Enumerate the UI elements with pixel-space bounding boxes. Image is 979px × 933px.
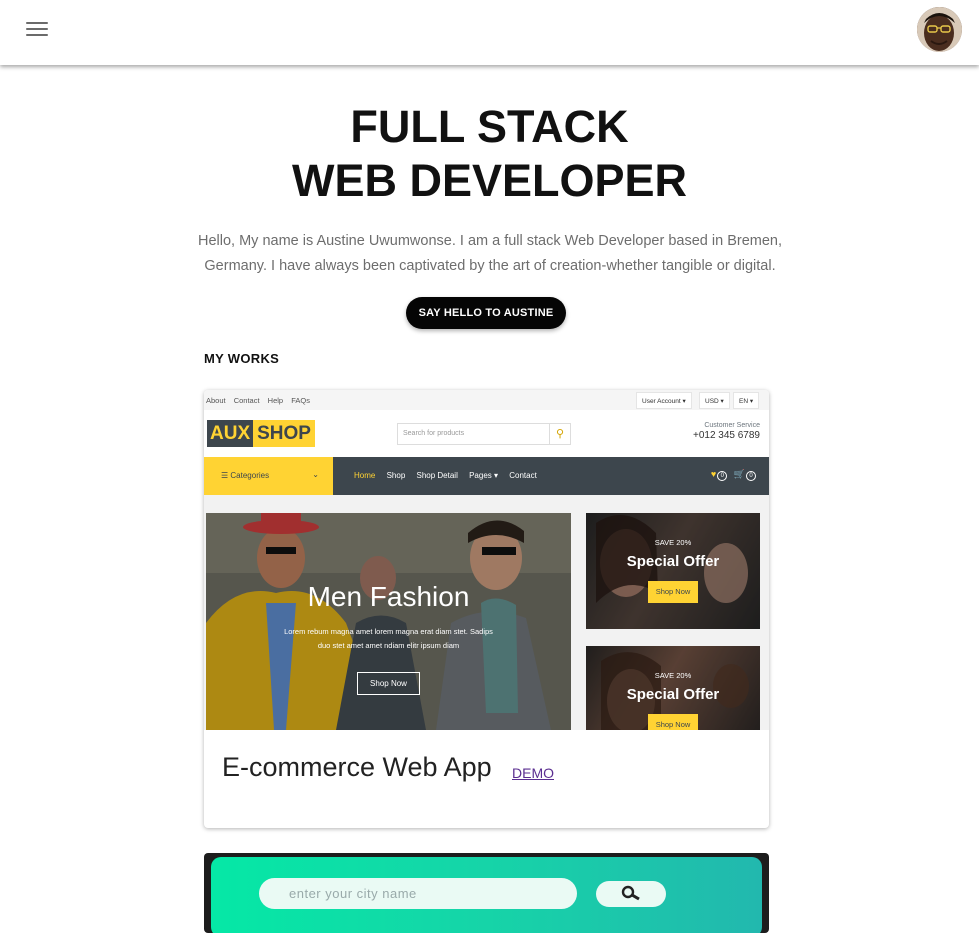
shop-nav-icons: ♥ 0 🛒 0: [711, 469, 760, 481]
shop-currency: USD ▾: [699, 392, 730, 409]
carousel-text-2: duo stet amet amet ndiam elitr ipsum dia…: [317, 641, 460, 650]
avatar[interactable]: [917, 7, 962, 52]
offer-2-button: Shop Now: [648, 714, 698, 730]
shop-carousel: Men Fashion Lorem rebum magna amet lorem…: [206, 513, 571, 730]
project-card: About Contact Help FAQs User Account ▾ U…: [204, 390, 769, 828]
weather-search-button: [596, 881, 666, 907]
offer-photo-1: [586, 513, 760, 629]
shop-customer-service: Customer Service +012 345 6789: [693, 422, 760, 441]
shop-top-link: FAQs: [291, 396, 310, 405]
shop-top-link: Help: [267, 396, 284, 405]
shop-top-strip: About Contact Help FAQs User Account ▾ U…: [204, 390, 769, 410]
city-search-input: enter your city name: [259, 878, 577, 909]
page-title-line-1: FULL STACK: [350, 101, 629, 152]
project-screenshot: enter your city name: [211, 857, 762, 933]
carousel-text-1: Lorem rebum magna amet lorem magna erat …: [284, 627, 493, 636]
shop-search-input: Search for products: [397, 423, 550, 445]
shop-header: AUX SHOP Search for products ⚲ Customer S…: [204, 410, 769, 457]
carousel-title: Men Fashion: [307, 581, 470, 612]
page-title: FULL STACK WEB DEVELOPER: [0, 100, 979, 208]
shop-navbar: ☰ Categories ⌄ Home Shop Shop Detail Pag…: [204, 457, 769, 495]
project-card: enter your city name: [204, 853, 769, 933]
shop-nav-links: Home Shop Shop Detail Pages ▾ Contact: [354, 471, 546, 480]
page-title-line-2: WEB DEVELOPER: [291, 155, 688, 206]
offer-1-button: Shop Now: [648, 581, 698, 603]
offer-banner-1: SAVE 20% Special Offer Shop Now: [586, 513, 760, 629]
project-screenshot: About Contact Help FAQs User Account ▾ U…: [204, 390, 769, 730]
shop-logo: AUX SHOP: [207, 420, 315, 447]
cart-icon: 🛒: [733, 469, 745, 479]
shop-logo-part1: AUX: [207, 420, 254, 447]
intro-text: Hello, My name is Austine Uwumwonse. I a…: [197, 233, 782, 274]
shop-nav-link: Shop: [386, 471, 406, 480]
top-app-bar: [0, 0, 979, 65]
shop-categories: ☰ Categories ⌄: [204, 457, 333, 495]
search-icon: ⚲: [549, 423, 571, 445]
carousel-shop-now: Shop Now: [357, 672, 420, 695]
shop-language: EN ▾: [733, 392, 760, 409]
shop-top-link: Contact: [233, 396, 260, 405]
shop-nav-link: Shop Detail: [416, 471, 458, 480]
offer-1-title: Special Offer: [626, 553, 720, 570]
shop-phone: +012 345 6789: [692, 430, 760, 441]
offer-1-tag: SAVE 20%: [654, 538, 692, 547]
shop-user-account: User Account ▾: [636, 392, 692, 409]
carousel-photo: [206, 513, 571, 730]
offer-2-title: Special Offer: [626, 686, 720, 703]
heart-icon: ♥: [710, 469, 717, 479]
search-icon: [621, 885, 640, 901]
offer-banner-2: SAVE 20% Special Offer Shop Now: [586, 646, 760, 730]
chevron-down-icon: ⌄: [312, 470, 319, 479]
shop-nav-link: Pages ▾: [469, 471, 499, 480]
hamburger-menu-icon[interactable]: [26, 22, 48, 38]
offer-2-tag: SAVE 20%: [654, 671, 692, 680]
shop-top-links: About Contact Help FAQs: [206, 396, 316, 405]
shop-logo-part2: SHOP: [253, 420, 315, 447]
shop-nav-link: Home: [354, 471, 376, 480]
shop-nav-link: Contact: [509, 471, 537, 480]
cart-count: 0: [746, 471, 756, 481]
section-title-my-works: MY WORKS: [204, 351, 280, 366]
demo-link[interactable]: DEMO: [512, 765, 554, 781]
project-title: E-commerce Web App: [222, 752, 492, 782]
wishlist-count: 0: [717, 471, 728, 481]
shop-customer-service-label: Customer Service: [704, 422, 760, 429]
shop-categories-label: ☰ Categories: [221, 471, 270, 480]
say-hello-button[interactable]: SAY HELLO TO AUSTINE: [406, 297, 566, 329]
shop-top-link: About: [206, 396, 226, 405]
